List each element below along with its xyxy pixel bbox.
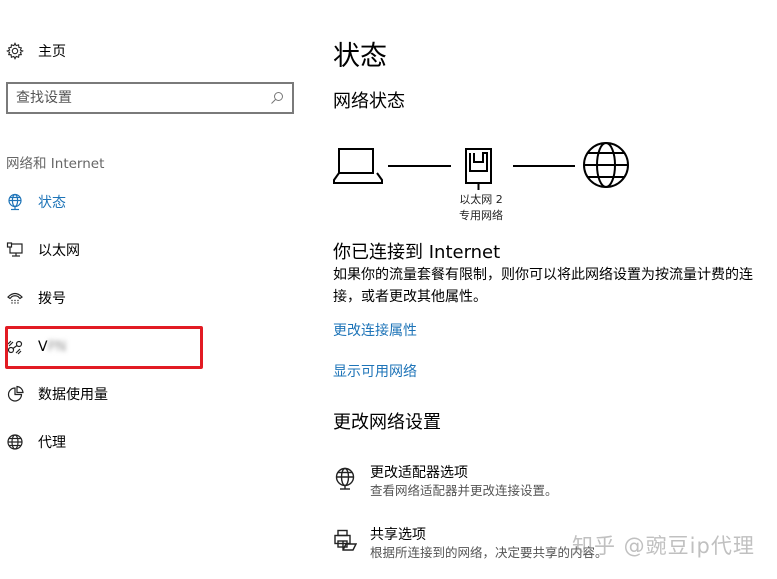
sidebar-item-ethernet[interactable]: 以太网 [6, 238, 196, 262]
sidebar-item-label: 拨号 [38, 291, 66, 307]
home-nav-item[interactable]: 主页 [6, 40, 66, 62]
option-title: 更改适配器选项 [370, 465, 468, 481]
change-connection-properties-link[interactable]: 更改连接属性 [333, 320, 417, 340]
page-title: 状态 [333, 41, 387, 72]
globe-monitor-icon [8, 193, 22, 211]
sidebar-item-status[interactable]: 状态 [6, 190, 196, 214]
sidebar-item-label: 以太网 [38, 243, 80, 259]
gear-icon [6, 42, 24, 60]
show-available-networks-link[interactable]: 显示可用网络 [333, 361, 417, 381]
option-description: 查看网络适配器并更改连接设置。 [370, 483, 558, 498]
connected-heading: 你已连接到 Internet [333, 242, 501, 263]
sidebar-item-proxy[interactable]: 代理 [6, 430, 196, 454]
data-usage-pie-icon [7, 385, 24, 402]
search-input[interactable] [16, 90, 270, 106]
change-adapter-options[interactable]: 更改适配器选项 查看网络适配器并更改连接设置。 [333, 464, 558, 500]
sidebar-item-label: 数据使用量 [38, 387, 108, 403]
section-header-network: 网络和 Internet [6, 156, 105, 172]
sidebar-item-dialup[interactable]: 拨号 [6, 286, 196, 310]
sidebar-item-data-usage[interactable]: 数据使用量 [6, 382, 196, 406]
sidebar-item-label: 代理 [38, 435, 66, 451]
network-status-heading: 网络状态 [333, 91, 405, 112]
sidebar-item-label: 状态 [38, 195, 66, 211]
sharing-options[interactable]: 共享选项 根据所连接到的网络，决定要共享的内容。 [333, 526, 608, 562]
search-box[interactable] [6, 82, 294, 114]
network-type: 专用网络 [459, 209, 503, 222]
home-label: 主页 [38, 44, 66, 60]
adapter-label: 以太网 2 专用网络 [440, 192, 522, 224]
search-icon[interactable] [270, 91, 284, 105]
sharing-printer-folder-icon [334, 529, 357, 551]
ethernet-adapter-icon [465, 148, 492, 190]
laptop-icon [333, 148, 383, 184]
connected-description: 如果你的流量套餐有限制，则你可以将此网络设置为按流量计费的连接，或者更改其他属性… [333, 267, 753, 305]
dialup-phone-icon [7, 292, 23, 304]
adapter-globe-icon [335, 467, 355, 490]
ethernet-monitor-icon [6, 242, 23, 257]
highlight-box [5, 326, 203, 369]
internet-globe-icon [583, 142, 629, 188]
adapter-name: 以太网 2 [459, 193, 503, 206]
globe-icon [7, 434, 23, 450]
change-network-settings-heading: 更改网络设置 [333, 412, 441, 433]
watermark: 知乎 @豌豆ip代理 [572, 534, 755, 558]
